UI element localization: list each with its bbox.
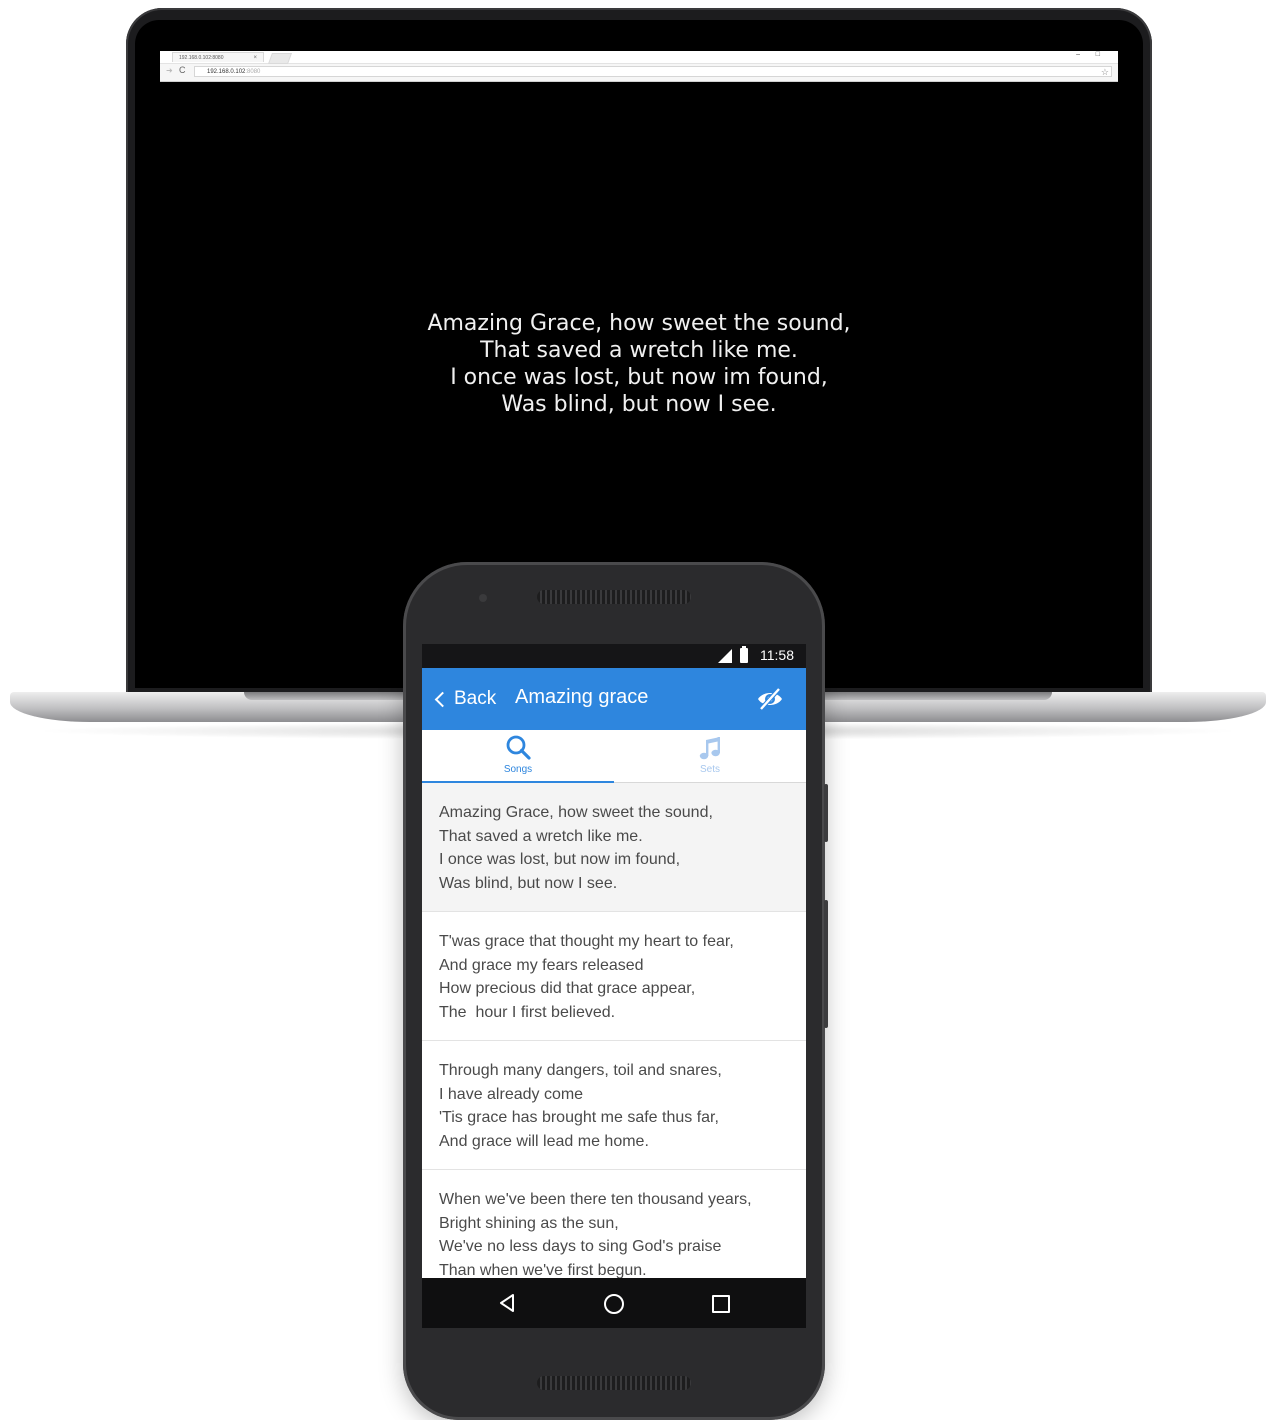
verse-line: We've no less days to sing God's praise [439,1238,722,1256]
url-host: 192.168.0.102 [207,69,246,75]
tab-songs[interactable]: Songs [422,730,614,783]
verse-line: And grace my fears released [439,956,644,974]
system-nav-bar [422,1278,806,1328]
verse-item[interactable]: When we've been there ten thousand years… [422,1170,806,1278]
verse-line: 'Tis grace has brought me safe thus far, [439,1109,719,1127]
nav-back-icon[interactable] [499,1294,515,1312]
verse-line: The hour I first believed. [439,1003,616,1021]
search-icon [506,735,531,760]
app-bar: Back Amazing grace [422,668,806,730]
browser-tab-strip: 192.168.0.102:8080 × – □ [160,51,1118,64]
projected-lyrics: Amazing Grace, how sweet the sound, That… [135,310,1143,418]
url-port: :8080 [245,69,261,75]
browser-window-chrome: 192.168.0.102:8080 × – □ ➜ C 192.168.0.1… [160,51,1118,82]
chevron-left-icon [434,691,451,707]
status-time: 11:58 [760,647,794,663]
nav-recents-icon[interactable] [712,1295,730,1313]
phone-sensor [479,594,487,602]
verse-item[interactable]: T'was grace that thought my heart to fea… [422,912,806,1041]
tab-bar: Songs Sets [422,730,806,783]
nav-home-icon[interactable] [604,1294,624,1314]
page-title: Amazing grace [515,686,649,708]
projected-line: Amazing Grace, how sweet the sound, [427,311,851,336]
verse-item[interactable]: Amazing Grace, how sweet the sound, That… [422,783,806,912]
verse-line: That saved a wretch like me. [439,827,643,845]
forward-arrow-icon[interactable]: ➜ [166,66,173,75]
tab-close-icon[interactable]: × [253,53,257,63]
eye-off-icon[interactable] [756,686,784,712]
tab-label: Sets [699,764,720,775]
verse-list: Amazing Grace, how sweet the sound, That… [422,783,806,1278]
phone-bottom-speaker [537,1376,691,1390]
back-button[interactable]: Back [434,686,496,712]
verse-line: How precious did that grace appear, [439,980,696,998]
phone-power-button [824,784,828,842]
verse-line: When we've been there ten thousand years… [439,1191,752,1208]
verse-line: Amazing Grace, how sweet the sound, [439,804,713,821]
new-tab-button[interactable] [267,53,293,64]
verse-line: Bright shining as the sun, [439,1214,619,1232]
back-label: Back [454,688,497,709]
verse-line: Through many dangers, toil and snares, [439,1062,722,1079]
tab-sets[interactable]: Sets [614,730,806,782]
projected-line: I once was lost, but now im found, [450,365,828,390]
address-bar[interactable]: 192.168.0.102:8080 ☆ [194,66,1112,77]
tab-label: Songs [503,764,533,775]
music-note-icon [699,737,720,760]
browser-tab-title: 192.168.0.102:8080 [179,55,224,61]
verse-line: I have already come [439,1085,584,1103]
phone-earpiece [537,590,691,604]
projected-line: That saved a wretch like me. [480,338,798,363]
maximize-button[interactable]: □ [1096,51,1100,58]
browser-tab[interactable]: 192.168.0.102:8080 × [172,52,264,62]
phone-screen: 11:58 Back Amazing grace Songs Sets Amaz… [422,644,806,1328]
verse-line: I once was lost, but now im found, [439,851,681,869]
verse-item[interactable]: Through many dangers, toil and snares, I… [422,1041,806,1170]
battery-icon [740,646,748,663]
address-row: ➜ C 192.168.0.102:8080 ☆ [160,64,1118,80]
verse-line: And grace will lead me home. [439,1132,649,1150]
bookmark-star-icon[interactable]: ☆ [1101,67,1109,78]
verse-line: Than when we've first begun. [439,1261,647,1278]
reload-icon[interactable]: C [179,65,186,75]
signal-icon [718,649,732,663]
status-bar: 11:58 [422,644,806,668]
phone-volume-button [824,900,828,1028]
verse-line: T'was grace that thought my heart to fea… [439,933,734,950]
minimize-button[interactable]: – [1076,51,1080,58]
verse-line: Was blind, but now I see. [439,874,618,892]
phone-body: 11:58 Back Amazing grace Songs Sets Amaz… [403,562,828,1420]
projected-line: Was blind, but now I see. [501,392,777,417]
